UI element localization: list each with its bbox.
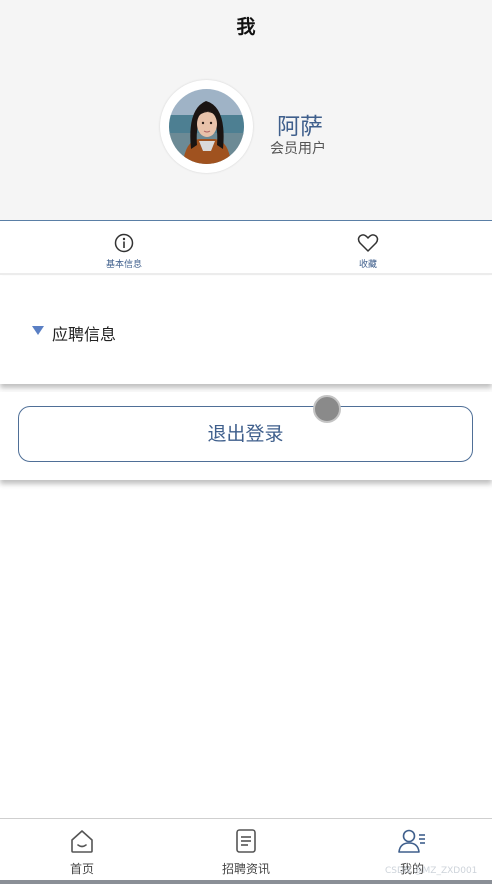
user-name: 阿萨 bbox=[277, 114, 323, 140]
expand-triangle-icon bbox=[32, 326, 44, 335]
avatar[interactable] bbox=[169, 89, 244, 164]
profile-tabs: 基本信息 收藏 bbox=[0, 221, 492, 275]
user-role: 会员用户 bbox=[270, 141, 326, 157]
heart-icon bbox=[357, 233, 379, 257]
nav-item-home[interactable]: 首页 bbox=[22, 819, 142, 881]
section-title: 应聘信息 bbox=[52, 325, 117, 344]
watermark: CSDN @MZ_ZXD001 bbox=[385, 866, 478, 876]
tab-label: 基本信息 bbox=[105, 260, 142, 270]
avatar-frame bbox=[160, 80, 253, 173]
info-icon bbox=[114, 233, 134, 257]
nav-label: 首页 bbox=[69, 862, 94, 876]
nav-label: 招聘资讯 bbox=[221, 862, 270, 876]
tab-label: 收藏 bbox=[358, 260, 377, 270]
avatar-photo bbox=[169, 89, 244, 164]
page-title: 我 bbox=[236, 16, 256, 38]
home-icon bbox=[68, 827, 96, 859]
tab-favorites[interactable]: 收藏 bbox=[308, 221, 428, 273]
document-icon bbox=[232, 827, 260, 859]
profile-page: 我 阿萨 会员用户 基本信息 收藏 应聘信息 退出登录 首页 招聘资讯 我的 C… bbox=[0, 0, 492, 884]
profile-header: 我 阿萨 会员用户 bbox=[0, 0, 492, 221]
application-info-section: 应聘信息 bbox=[0, 276, 492, 384]
logout-button[interactable]: 退出登录 bbox=[18, 406, 473, 462]
logout-area: 退出登录 bbox=[0, 392, 492, 480]
tab-basic-info[interactable]: 基本信息 bbox=[64, 221, 184, 273]
touch-indicator bbox=[313, 395, 341, 423]
bottom-strip bbox=[0, 880, 492, 884]
nav-item-recruitment-news[interactable]: 招聘资讯 bbox=[186, 819, 306, 881]
user-icon bbox=[397, 827, 427, 859]
